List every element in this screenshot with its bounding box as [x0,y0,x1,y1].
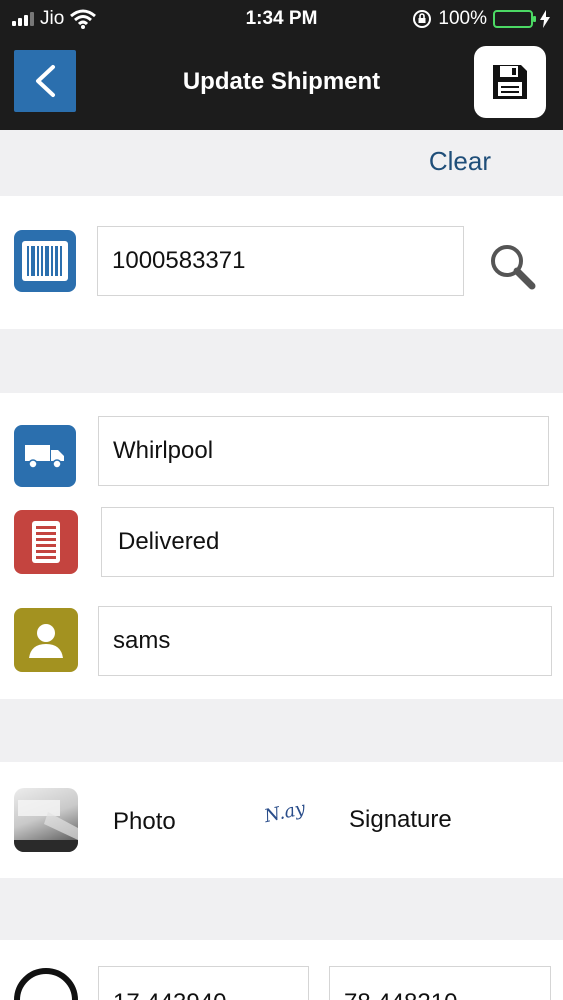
photo-label[interactable]: Photo [113,808,176,836]
battery-icon [493,10,536,28]
status-field[interactable]: Delivered [101,507,554,577]
status-bar: Jio 1:34 PM 100% [0,0,563,36]
clear-button[interactable]: Clear [429,146,491,177]
shipment-details-section: Whirlpool Delivered sams [0,393,563,699]
person-icon [29,624,63,658]
nav-bar: Update Shipment [0,36,563,130]
barcode-icon [22,241,68,281]
barcode-scan-button[interactable] [14,230,76,292]
section-divider [0,329,563,393]
photo-thumbnail-image [14,800,78,852]
signature-image: N.ay [261,798,307,827]
tracking-number-input[interactable]: 1000583371 [97,226,464,296]
location-section: 17.443940 78.448210 [0,940,563,1000]
photo-thumbnail[interactable] [14,788,78,852]
tracking-section: 1000583371 [0,196,563,329]
location-compass-icon[interactable] [14,968,78,1000]
attachments-section: Photo N.ay Signature [0,762,563,878]
status-icon-tile [14,510,78,574]
customer-field[interactable]: Whirlpool [98,416,549,486]
section-divider [0,878,563,940]
orientation-lock-icon [413,10,432,28]
floppy-disk-icon [493,65,527,99]
recipient-icon-tile [14,608,78,672]
clear-toolbar: Clear [0,130,563,196]
section-divider [0,699,563,762]
longitude-field[interactable]: 78.448210 [329,966,551,1000]
document-list-icon [32,521,60,563]
signature-label[interactable]: Signature [349,806,452,834]
latitude-field[interactable]: 17.443940 [98,966,309,1000]
recipient-field[interactable]: sams [98,606,552,676]
customer-icon-tile [14,425,76,487]
charging-bolt-icon [540,10,550,28]
truck-icon [25,445,64,469]
search-button[interactable] [486,240,538,292]
search-icon [491,245,536,290]
signature-thumbnail[interactable]: N.ay [260,792,310,832]
svg-text:N.ay: N.ay [261,798,307,827]
save-button[interactable] [474,46,546,118]
battery-percent: 100% [438,8,487,29]
status-bar-right: 100% [412,8,551,30]
